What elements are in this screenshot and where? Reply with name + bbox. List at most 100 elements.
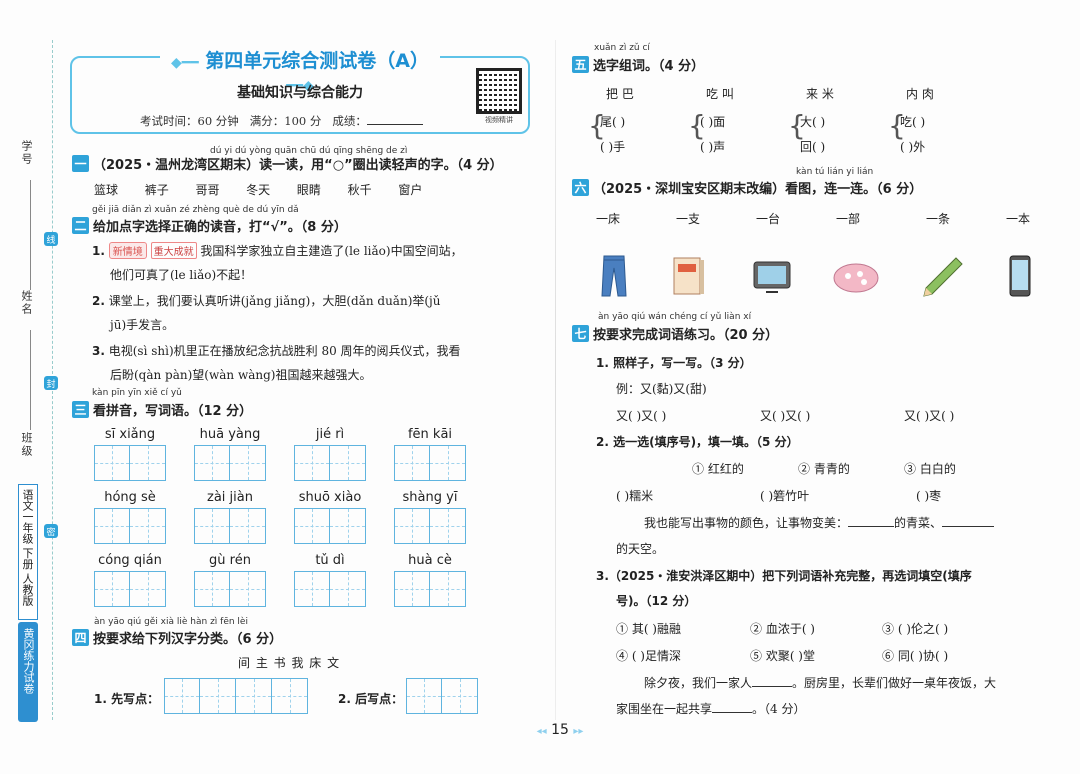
q7-example: 例：又(黏)又(甜) bbox=[616, 382, 707, 396]
pinyin-word-item[interactable]: cóng qián bbox=[94, 553, 166, 607]
q5-pair: 把 巴 bbox=[606, 87, 634, 101]
page-divider bbox=[555, 40, 556, 720]
q1-word[interactable]: 窗户 bbox=[398, 183, 422, 197]
answer-blank[interactable] bbox=[752, 686, 793, 687]
q5-number: 五 bbox=[572, 56, 589, 73]
score-blank[interactable] bbox=[366, 124, 423, 125]
q1-word[interactable]: 眼睛 bbox=[297, 183, 321, 197]
q7-fill[interactable]: ( )箬竹叶 bbox=[760, 487, 809, 504]
page-number: ◂◂ 15 ▸▸ bbox=[536, 722, 584, 738]
pinyin-word-item[interactable]: zài jiàn bbox=[194, 490, 266, 544]
q7-idiom[interactable]: ④ ( )足情深 bbox=[616, 647, 681, 664]
q3-pinyin: kàn pīn yīn xiě cí yǔ bbox=[92, 388, 182, 398]
q5-blank[interactable]: ( )外 bbox=[900, 138, 925, 155]
q7-part2: 2. 选一选(填序号)，填一填。（5 分） bbox=[596, 435, 799, 449]
q7-idiom[interactable]: ⑥ 同( )协( ) bbox=[882, 647, 948, 664]
pinyin-word-item[interactable]: huà cè bbox=[394, 553, 466, 607]
pinyin-word-item[interactable]: shuō xiào bbox=[294, 490, 366, 544]
q2-item-3: 3. 电视(sì shì)机里正在播放纪念抗战胜利 80 周年的阅兵仪式，我看 bbox=[92, 344, 461, 358]
qr-code[interactable]: 视频精讲 bbox=[474, 68, 524, 126]
name-label: 姓名 bbox=[20, 290, 33, 316]
q5-blank[interactable]: ( )面 bbox=[700, 113, 725, 130]
q4-title: 按要求给下列汉字分类。（6 分） bbox=[93, 632, 283, 647]
q6-pinyin: kàn tú lián yi lián bbox=[796, 167, 874, 177]
answer-blank[interactable] bbox=[712, 712, 753, 713]
q6-label[interactable]: 一本 bbox=[1006, 210, 1030, 227]
q7-blank[interactable]: 又( )又( ) bbox=[760, 407, 810, 424]
q7-idiom[interactable]: ② 血浓于( ) bbox=[750, 620, 815, 637]
next-arrow-icon: ▸▸ bbox=[573, 726, 584, 737]
q7-sentence: 我也能写出事物的颜色，让事物变美： 的青菜、 bbox=[644, 514, 995, 531]
q7-option: ③ 白白的 bbox=[904, 462, 956, 476]
q2-item-1-line2[interactable]: 他们可真了(le liǎo)不起！ bbox=[110, 266, 252, 283]
pinyin-word-item[interactable]: shàng yī bbox=[394, 490, 466, 544]
pencil-icon[interactable] bbox=[918, 252, 966, 300]
q4-chars: 间 主 书 我 床 文 bbox=[238, 656, 341, 670]
q7-title: 按要求完成词语练习。（20 分） bbox=[593, 328, 779, 343]
phone-icon[interactable] bbox=[996, 252, 1044, 300]
pinyin-word-item[interactable]: fēn kāi bbox=[394, 427, 466, 481]
q6-header: 六 （2025・深圳宝安区期末改编）看图，连一连。（6 分） bbox=[572, 178, 922, 197]
q7-blank[interactable]: 又( )又( ) bbox=[904, 407, 954, 424]
pinyin-word-item[interactable]: sī xiǎng bbox=[94, 427, 166, 481]
q7-idiom[interactable]: ③ ( )伦之( ) bbox=[882, 620, 948, 637]
pinyin-word-item[interactable]: huā yàng bbox=[194, 427, 266, 481]
q7-part3-line2: 号)。（12 分） bbox=[616, 594, 697, 608]
student-id-label: 学号 bbox=[20, 140, 33, 166]
q5-pair: 吃 叫 bbox=[706, 87, 734, 101]
pinyin-word-item[interactable]: jié rì bbox=[294, 427, 366, 481]
class-label: 班级 bbox=[20, 432, 33, 458]
q2-item-2-line2[interactable]: jū)手发言。 bbox=[110, 316, 174, 333]
q5-blank[interactable]: 大( ) bbox=[800, 113, 825, 130]
exam-page: 学号 姓名 班级 线 封 密 语文一年级 下册 人教版 黄冈练力试卷 ◆━━ 第… bbox=[0, 0, 1080, 774]
seal-secret-mark: 密 bbox=[44, 524, 58, 538]
pinyin-word-item[interactable]: hóng sè bbox=[94, 490, 166, 544]
q5-blank[interactable]: 尾( ) bbox=[600, 113, 625, 130]
q6-label[interactable]: 一床 bbox=[596, 210, 620, 227]
q4-part2-grid[interactable] bbox=[406, 678, 478, 714]
q7-fill-sentence-2: 家围坐在一起共享 。（4 分） bbox=[616, 702, 806, 716]
q1-word[interactable]: 秋千 bbox=[348, 183, 372, 197]
achievement-tag: 重大成就 bbox=[150, 242, 197, 259]
pinyin-word-item[interactable]: tǔ dì bbox=[294, 553, 366, 607]
q1-number: 一 bbox=[72, 155, 89, 172]
q5-pair: 来 米 bbox=[806, 87, 834, 101]
q6-label[interactable]: 一台 bbox=[756, 210, 780, 227]
q7-part1: 1. 照样子，写一写。（3 分） bbox=[596, 356, 752, 370]
q5-blank[interactable]: 回( ) bbox=[800, 138, 825, 155]
grade-label: 语文一年级 下册 人教版 bbox=[18, 484, 38, 620]
q1-word[interactable]: 冬天 bbox=[246, 183, 270, 197]
q4-part1-grid[interactable] bbox=[164, 678, 308, 714]
pinyin-word-item[interactable]: gù rén bbox=[194, 553, 266, 607]
name-line bbox=[30, 330, 31, 430]
answer-blank[interactable] bbox=[848, 526, 895, 527]
q7-fill[interactable]: ( )枣 bbox=[916, 487, 941, 504]
q3-header: 三 看拼音，写词语。（12 分） bbox=[72, 400, 252, 419]
q5-blank[interactable]: ( )声 bbox=[700, 138, 725, 155]
q6-label[interactable]: 一部 bbox=[836, 210, 860, 227]
answer-blank[interactable] bbox=[942, 526, 995, 527]
quilt-icon[interactable] bbox=[832, 252, 880, 300]
q7-pinyin: àn yāo qiú wán chéng cí yǔ liàn xí bbox=[598, 312, 752, 322]
q7-fill-sentence-1: 除夕夜，我们一家人 。厨房里，长辈们做好一桌年夜饭，大 bbox=[644, 676, 997, 690]
score-label: 成绩： bbox=[332, 114, 367, 128]
q2-item-3-line2[interactable]: 后盼(qàn pàn)望(wàn wàng)祖国越来越强大。 bbox=[110, 366, 371, 383]
book-icon[interactable] bbox=[664, 252, 712, 300]
seal-line-mark: 线 bbox=[44, 232, 58, 246]
q5-blank[interactable]: ( )手 bbox=[600, 138, 625, 155]
title-deco-left-icon: ◆━━ bbox=[171, 55, 199, 71]
q7-idiom[interactable]: ① 其( )融融 bbox=[616, 620, 681, 637]
series-label: 黄冈练力试卷 bbox=[18, 622, 38, 722]
q1-word[interactable]: 篮球 bbox=[94, 183, 118, 197]
q5-blank[interactable]: 吃( ) bbox=[900, 113, 925, 130]
q6-label[interactable]: 一支 bbox=[676, 210, 700, 227]
q7-idiom[interactable]: ⑤ 欢聚( )堂 bbox=[750, 647, 815, 664]
q1-word[interactable]: 哥哥 bbox=[195, 183, 219, 197]
q7-fill[interactable]: ( )糯米 bbox=[616, 487, 653, 504]
q7-blank[interactable]: 又( )又( ) bbox=[616, 407, 666, 424]
q6-label[interactable]: 一条 bbox=[926, 210, 950, 227]
q4-part2-label: 2. 后写点： bbox=[338, 692, 404, 706]
q1-word[interactable]: 裤子 bbox=[145, 183, 169, 197]
tv-icon[interactable] bbox=[748, 252, 796, 300]
jeans-icon[interactable] bbox=[590, 252, 638, 300]
